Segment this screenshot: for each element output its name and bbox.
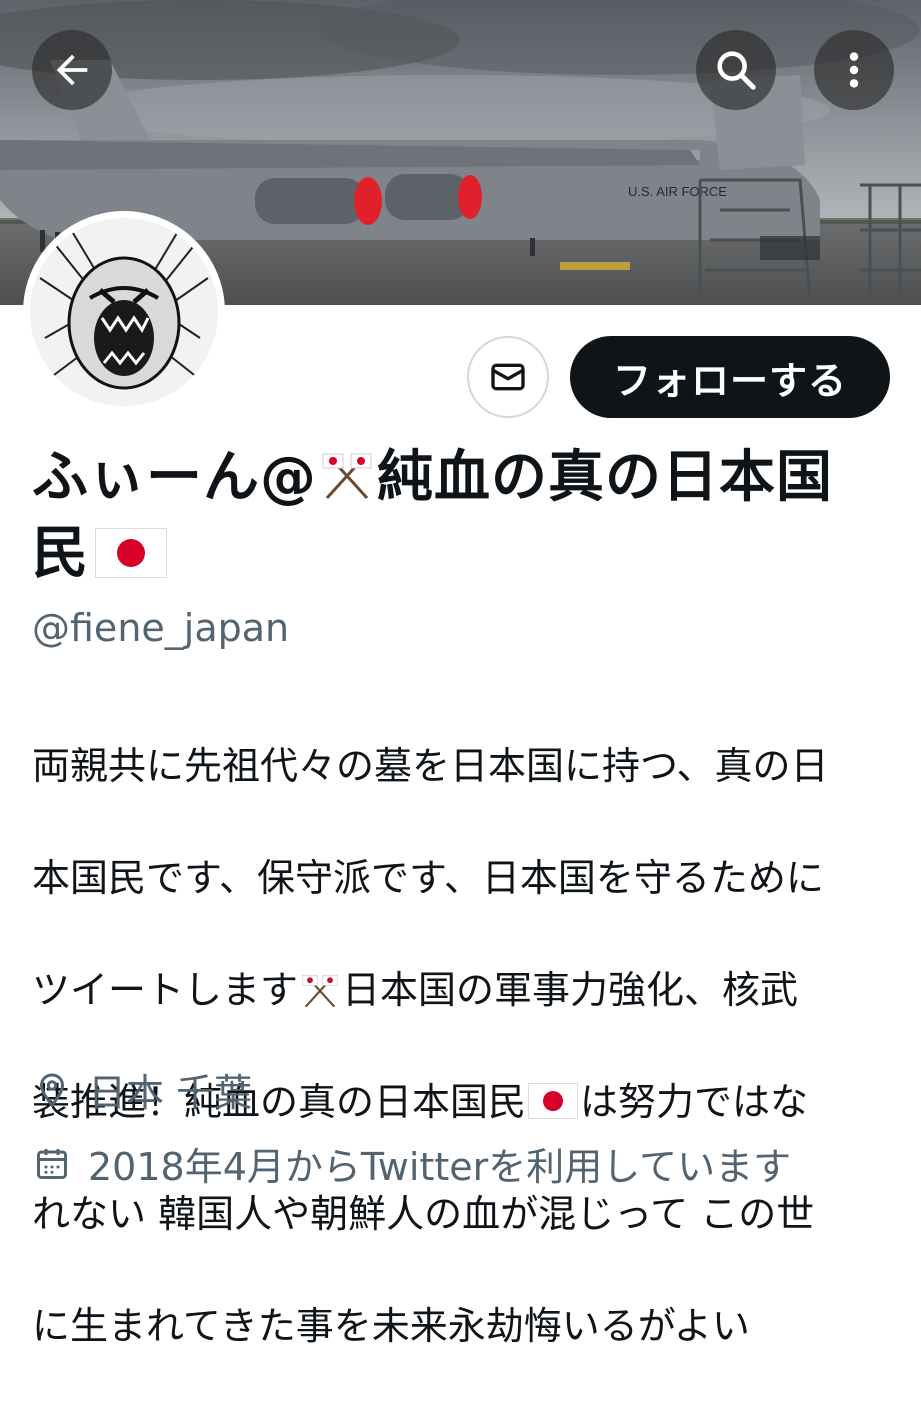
avatar[interactable] xyxy=(30,218,218,406)
bio-text: は努力ではな xyxy=(580,1080,809,1124)
profile-location: 日本 千葉 xyxy=(32,1062,252,1117)
svg-text:U.S. AIR FORCE: U.S. AIR FORCE xyxy=(628,184,727,199)
location-pin-icon xyxy=(32,1070,72,1110)
more-options-button[interactable] xyxy=(814,30,894,110)
display-name-text-3: 民 xyxy=(32,521,89,586)
arrow-left-icon xyxy=(56,54,88,86)
bio-line: れない 韓国人や朝鮮人の血が混じって この世 xyxy=(32,1192,815,1236)
crossed-flags-icon xyxy=(322,453,372,500)
japan-flag-icon xyxy=(528,1083,579,1119)
mail-icon xyxy=(491,363,525,391)
display-name: ふぃーん@ 純血の真の日本国民 xyxy=(32,440,892,592)
bio-line: 本国民です、保守派です、日本国を守るために xyxy=(32,856,824,900)
search-button[interactable] xyxy=(696,30,776,110)
joined-text: 2018年4月からTwitterを利用しています xyxy=(88,1145,792,1189)
message-button[interactable] xyxy=(467,336,549,418)
more-vertical-icon xyxy=(849,52,859,88)
crossed-flags-icon xyxy=(302,974,338,1008)
japan-flag-icon xyxy=(95,528,167,578)
back-button[interactable] xyxy=(32,30,112,110)
search-icon xyxy=(717,51,756,90)
display-name-text-1: ふぃーん@ xyxy=(32,445,317,510)
bio-line: ツイートします 日本国の軍事力強化、核武 xyxy=(32,962,892,1018)
profile-bio: 両親共に先祖代々の墓を日本国に持つ、真の日 本国民です、保守派です、日本国を守る… xyxy=(32,682,892,1410)
location-text: 日本 千葉 xyxy=(88,1071,253,1115)
follow-button[interactable]: フォローする xyxy=(570,336,890,418)
display-name-text-2: 純血の真の日本国 xyxy=(377,445,833,510)
bio-line: 両親共に先祖代々の墓を日本国に持つ、真の日 xyxy=(32,744,829,788)
bio-text: 日本国の軍事力強化、核武 xyxy=(342,968,799,1012)
bio-text: ツイートします xyxy=(32,968,299,1012)
profile-handle: @fiene_japan xyxy=(32,606,290,650)
calendar-icon xyxy=(32,1144,72,1184)
profile-joined-date: 2018年4月からTwitterを利用しています xyxy=(32,1136,791,1191)
bio-line: に生まれてきた事を未来永劫悔いるがよい xyxy=(32,1304,750,1348)
